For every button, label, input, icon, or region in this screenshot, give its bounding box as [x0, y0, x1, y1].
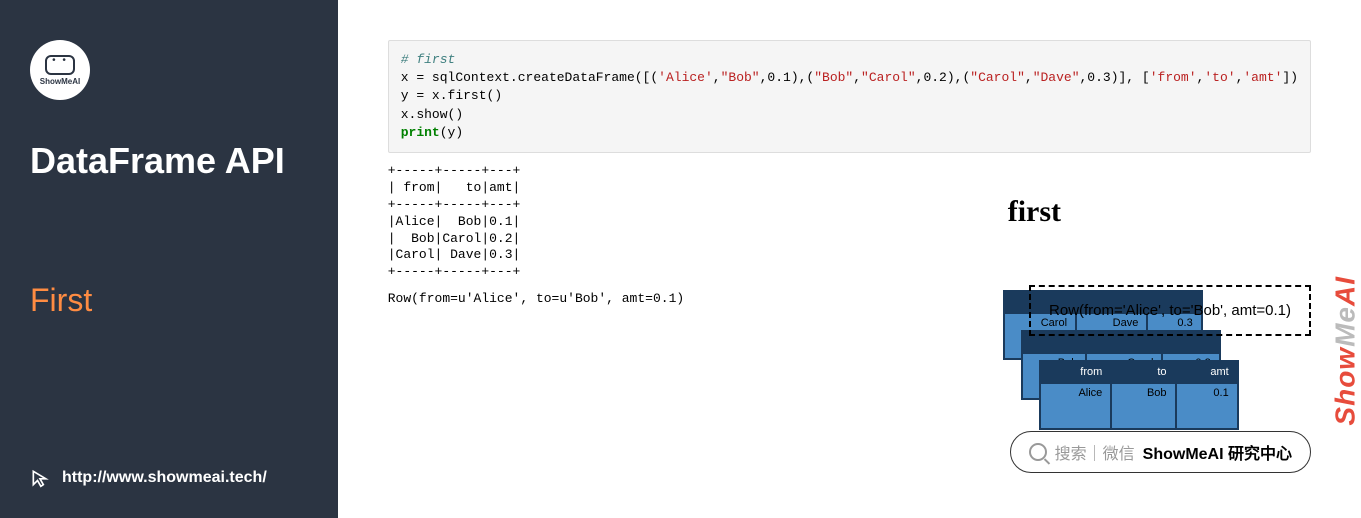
code-comment: # first	[401, 52, 456, 67]
code-string: "Carol"	[970, 70, 1025, 85]
th: from	[1040, 361, 1112, 383]
url-row: http://www.showmeai.tech/	[30, 468, 267, 488]
diagram-heading: first	[1008, 195, 1061, 229]
code-string: 'Alice'	[658, 70, 713, 85]
page-subtitle: First	[30, 282, 308, 319]
watermark: ShowMeAI	[1330, 276, 1361, 426]
sidebar: ShowMeAI DataFrame API First http://www.…	[0, 0, 338, 518]
code-text: (y)	[440, 125, 463, 140]
code-text: ,0.2),(	[916, 70, 971, 85]
wm-part: Show	[1330, 347, 1361, 426]
code-text: ,	[1025, 70, 1033, 85]
mini-table-1: fromtoamt AliceBob0.1	[1039, 360, 1239, 430]
wm-part: AI	[1330, 276, 1361, 306]
th: to	[1111, 361, 1175, 383]
code-text: x = sqlContext.createDataFrame([(	[401, 70, 658, 85]
code-string: "Bob"	[814, 70, 853, 85]
logo: ShowMeAI	[30, 40, 90, 100]
search-bold-text: ShowMeAI 研究中心	[1143, 440, 1292, 464]
code-string: "Carol"	[861, 70, 916, 85]
code-text: ])	[1282, 70, 1298, 85]
search-box: 搜索｜微信 ShowMeAI 研究中心	[1010, 431, 1311, 473]
code-string: "Bob"	[721, 70, 760, 85]
result-box: Row(from='Alice', to='Bob', amt=0.1)	[1029, 285, 1311, 336]
td: 0.1	[1176, 383, 1238, 429]
main-content: # first x = sqlContext.createDataFrame([…	[338, 0, 1361, 518]
code-string: 'amt'	[1243, 70, 1282, 85]
table-output: +-----+-----+---+ | from| to|amt| +-----…	[388, 163, 1311, 281]
code-text: ,	[713, 70, 721, 85]
code-text: y = x.first()	[401, 88, 502, 103]
code-text: ,0.1),(	[760, 70, 815, 85]
url-text: http://www.showmeai.tech/	[62, 469, 267, 487]
code-text: ,	[853, 70, 861, 85]
code-keyword: print	[401, 125, 440, 140]
cursor-icon	[30, 468, 50, 488]
logo-text: ShowMeAI	[40, 77, 80, 86]
wm-part: Me	[1330, 306, 1361, 347]
code-string: "Dave"	[1033, 70, 1080, 85]
code-string: 'from'	[1150, 70, 1197, 85]
td: Bob	[1111, 383, 1175, 429]
page-title: DataFrame API	[30, 140, 308, 182]
search-gray-text: 搜索｜微信	[1055, 440, 1135, 464]
code-text: ,0.3)], [	[1080, 70, 1150, 85]
bot-icon	[45, 55, 75, 75]
td: Alice	[1040, 383, 1112, 429]
th: amt	[1176, 361, 1238, 383]
code-block: # first x = sqlContext.createDataFrame([…	[388, 40, 1311, 153]
code-text: x.show()	[401, 107, 463, 122]
search-icon	[1029, 443, 1047, 461]
code-string: 'to'	[1204, 70, 1235, 85]
